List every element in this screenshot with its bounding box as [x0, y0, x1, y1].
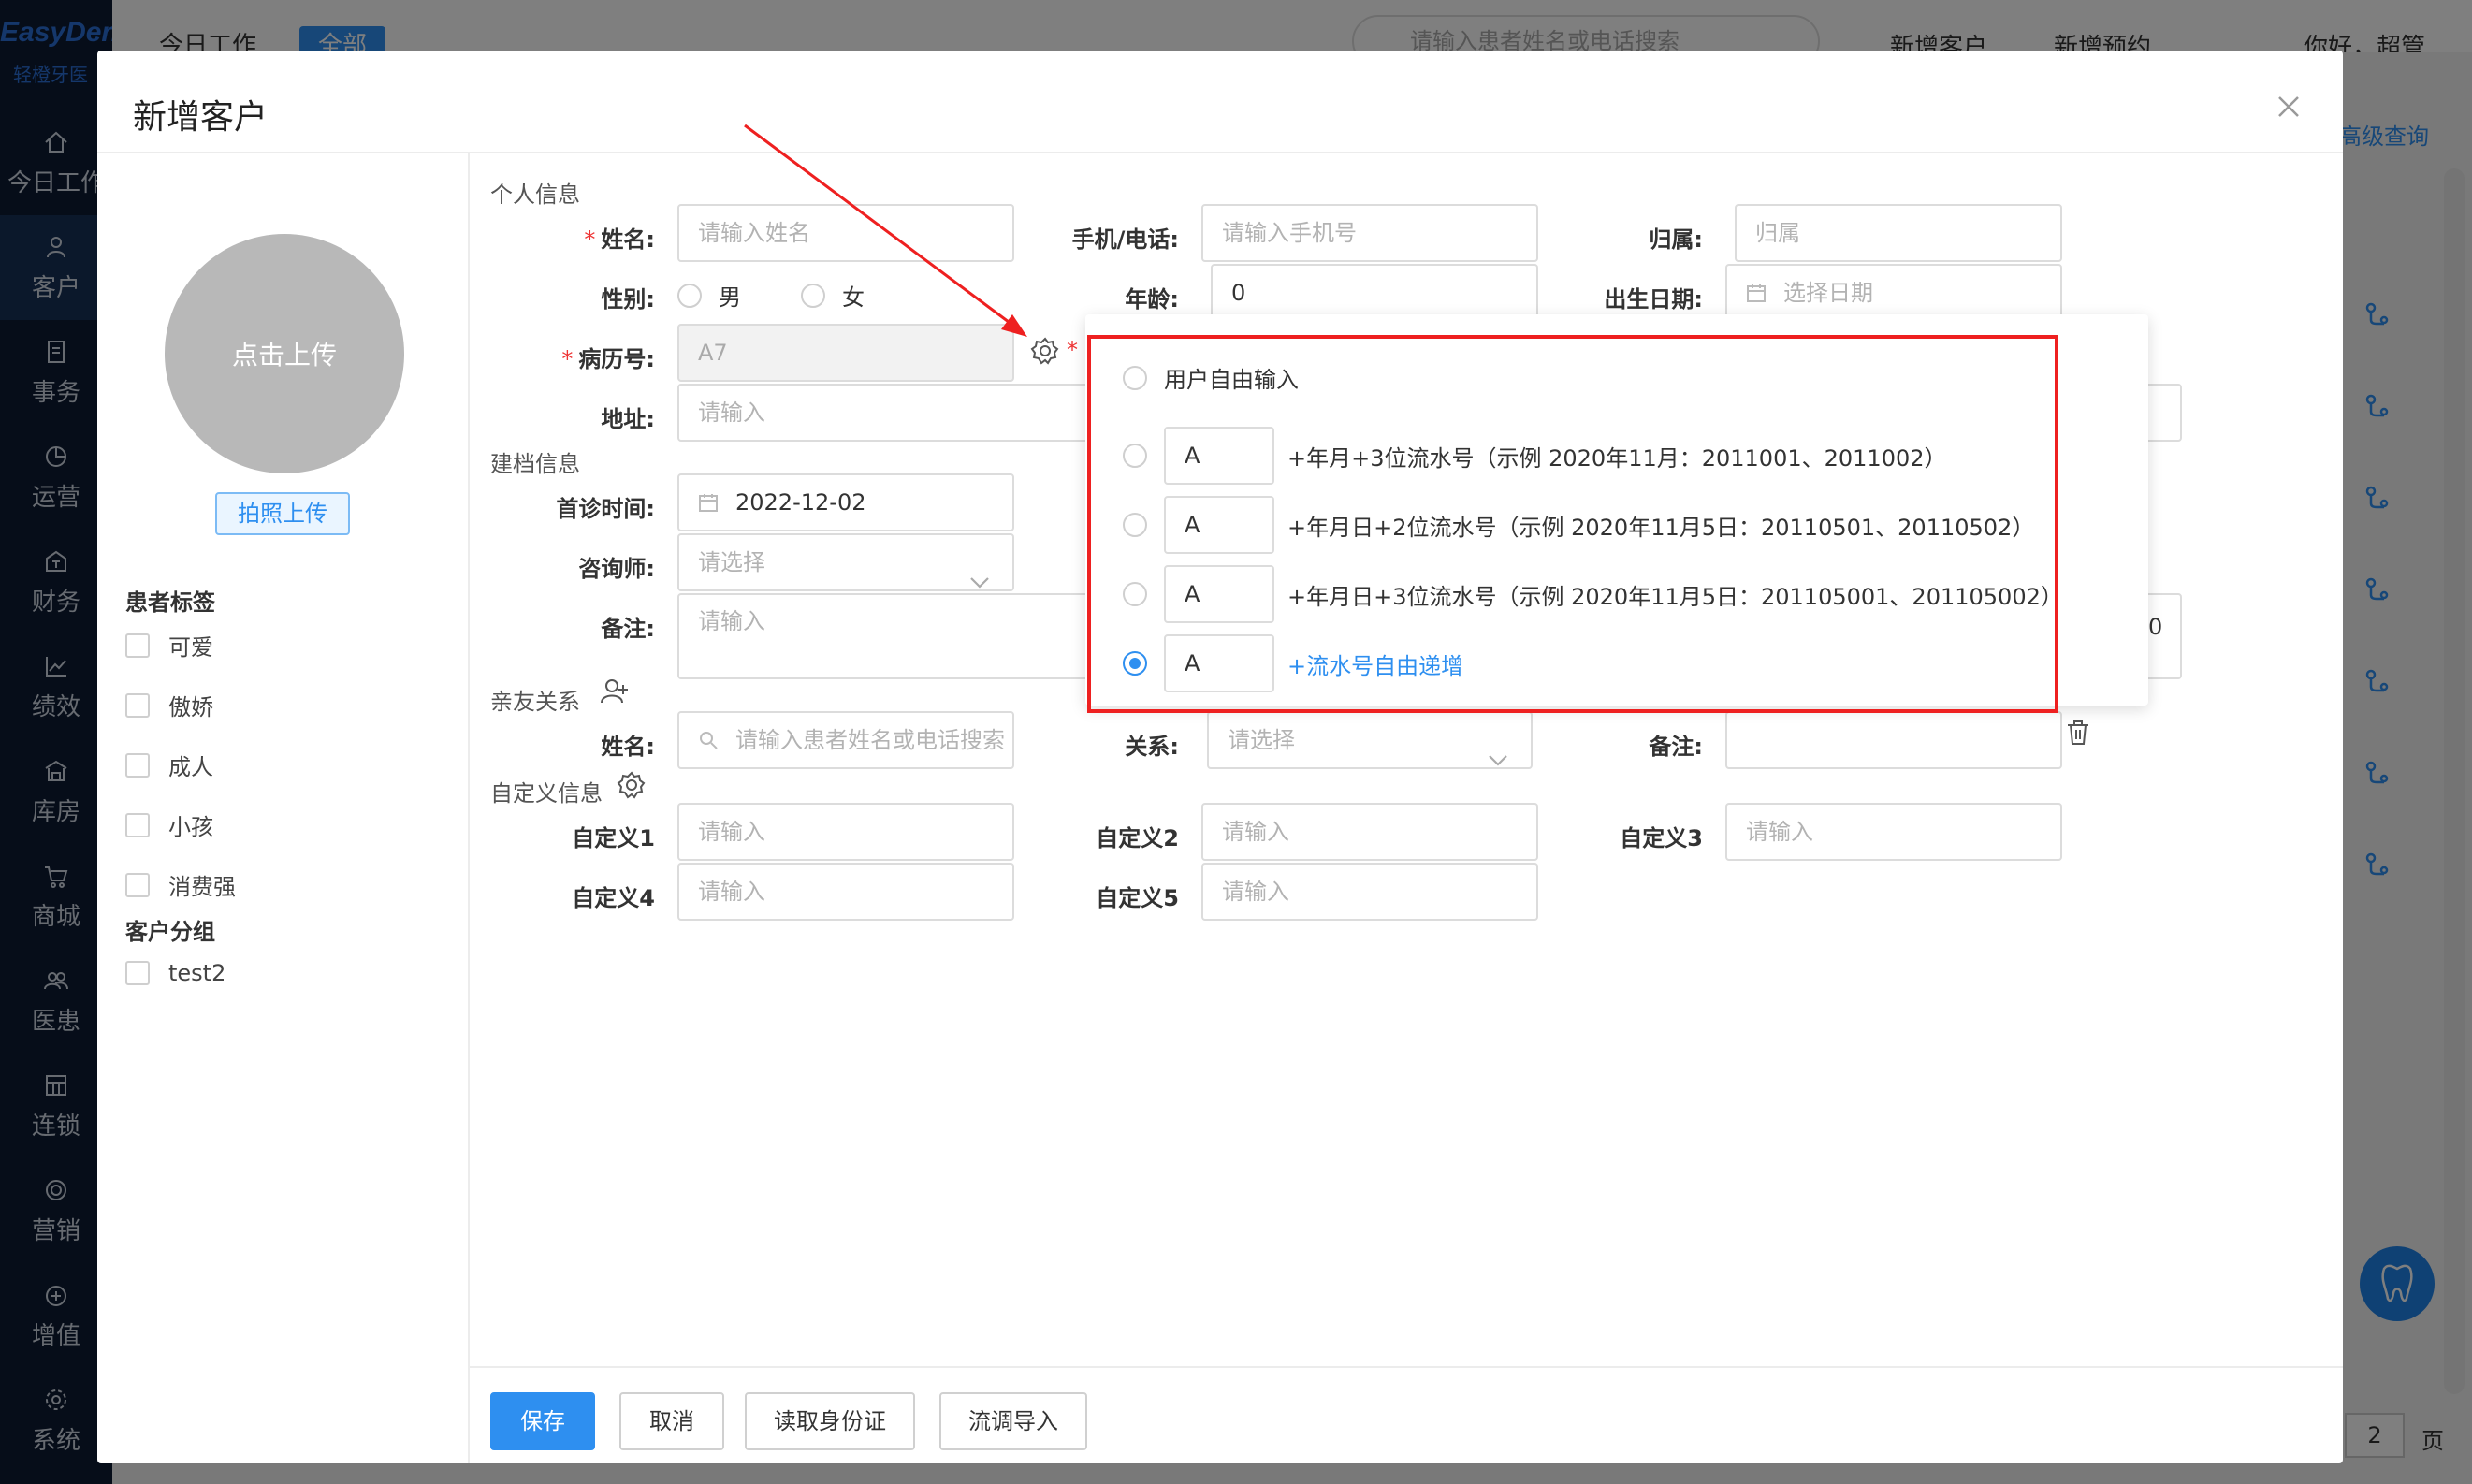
- relation-select[interactable]: 请选择: [1207, 711, 1533, 769]
- format-option-ymd-2[interactable]: A +年月日+2位流水号（示例 2020年11月5日：20110501、2011…: [1123, 496, 2034, 554]
- format-radio[interactable]: [1123, 365, 1147, 390]
- modal-header: 新增客户: [97, 51, 2343, 153]
- custom-fields-gear-icon[interactable]: [616, 769, 647, 801]
- modal-title: 新增客户: [133, 98, 269, 137]
- first-visit-label: 首诊时间:: [556, 496, 655, 522]
- consultant-label: 咨询师:: [578, 556, 655, 582]
- tag-checkbox[interactable]: 小孩: [125, 808, 213, 841]
- format-radio-selected[interactable]: [1123, 651, 1147, 676]
- chevron-down-icon: [969, 556, 990, 589]
- birth-date-picker[interactable]: 选择日期: [1725, 264, 2062, 322]
- phone-label: 手机/电话:: [1071, 226, 1179, 253]
- record-number-label: * 病历号:: [561, 346, 655, 372]
- relative-remark-input[interactable]: [1725, 711, 2062, 769]
- record-number-settings-gear-icon[interactable]: [1029, 335, 1061, 367]
- prefix-input[interactable]: A: [1164, 427, 1274, 485]
- format-option-free-increment[interactable]: A +流水号自由递增: [1123, 634, 1463, 692]
- name-input[interactable]: 请输入姓名: [677, 204, 1014, 262]
- name-label: * 姓名:: [584, 226, 655, 253]
- gender-male-radio[interactable]: 男: [677, 279, 741, 312]
- age-label: 年龄:: [1125, 286, 1179, 313]
- gender-female-radio[interactable]: 女: [801, 279, 865, 312]
- cancel-button[interactable]: 取消: [619, 1392, 724, 1450]
- photo-upload-button[interactable]: 拍照上传: [215, 492, 350, 535]
- tag-checkbox[interactable]: 消费强: [125, 868, 236, 901]
- custom-3-label: 自定义3: [1620, 825, 1703, 851]
- custom-4-input[interactable]: 请输入: [677, 863, 1014, 921]
- calendar-icon: [1746, 269, 1767, 302]
- birth-date-label: 出生日期:: [1604, 286, 1703, 313]
- format-option-free-input[interactable]: 用户自由输入: [1123, 361, 1299, 394]
- remark-textarea[interactable]: 请输入: [677, 593, 1089, 679]
- custom-2-input[interactable]: 请输入: [1201, 803, 1538, 861]
- modal-footer: 保存 取消 读取身份证 流调导入: [470, 1366, 2343, 1463]
- custom-info-section: 自定义信息: [490, 780, 603, 807]
- relatives-section: 亲友关系: [490, 689, 580, 715]
- address-label: 地址:: [601, 406, 655, 432]
- chevron-down-icon: [1488, 734, 1508, 766]
- consultant-select[interactable]: 请选择: [677, 533, 1014, 591]
- relative-remark-label: 备注:: [1649, 734, 1703, 760]
- trash-icon[interactable]: [2062, 717, 2090, 745]
- calendar-icon: [698, 478, 719, 512]
- format-radio[interactable]: [1123, 444, 1147, 468]
- add-user-icon[interactable]: [599, 676, 631, 707]
- avatar-upload[interactable]: 点击上传: [165, 234, 404, 473]
- format-option-ymd-3[interactable]: A +年月日+3位流水号（示例 2020年11月5日：201105001、201…: [1123, 565, 2063, 623]
- close-icon[interactable]: [2270, 88, 2307, 125]
- custom-2-label: 自定义2: [1096, 825, 1179, 851]
- groups-heading: 客户分组: [125, 919, 215, 945]
- custom-3-input[interactable]: 请输入: [1725, 803, 2062, 861]
- search-icon: [698, 716, 719, 749]
- tag-checkbox[interactable]: 成人: [125, 749, 213, 781]
- tags-heading: 患者标签: [125, 589, 215, 616]
- archive-info-section: 建档信息: [490, 451, 580, 477]
- phone-input[interactable]: 请输入手机号: [1201, 204, 1538, 262]
- custom-5-input[interactable]: 请输入: [1201, 863, 1538, 921]
- relation-label: 关系:: [1125, 734, 1179, 760]
- import-button[interactable]: 流调导入: [939, 1392, 1087, 1450]
- read-id-card-button[interactable]: 读取身份证: [745, 1392, 915, 1450]
- prefix-input[interactable]: A: [1164, 634, 1274, 692]
- relative-name-label: 姓名:: [601, 734, 655, 760]
- first-visit-date-picker[interactable]: 2022-12-02: [677, 473, 1014, 531]
- tag-checkbox[interactable]: 可爱: [125, 629, 213, 662]
- modal-left-column: 点击上传 拍照上传 患者标签 可爱 傲娇 成人 小孩 消费强 客户分组 test…: [97, 153, 470, 1463]
- custom-4-label: 自定义4: [572, 885, 655, 911]
- remark-label: 备注:: [601, 616, 655, 642]
- address-input[interactable]: 请输入: [677, 384, 1089, 442]
- required-marker: *: [1067, 337, 1078, 363]
- format-radio[interactable]: [1123, 582, 1147, 606]
- prefix-input[interactable]: A: [1164, 496, 1274, 554]
- tag-checkbox[interactable]: 傲娇: [125, 689, 213, 721]
- format-radio[interactable]: [1123, 513, 1147, 537]
- record-number-input[interactable]: A7: [677, 324, 1014, 382]
- belong-label: 归属:: [1649, 226, 1703, 253]
- age-input[interactable]: 0: [1211, 264, 1538, 322]
- relative-search-input[interactable]: 请输入患者姓名或电话搜索: [677, 711, 1014, 769]
- group-checkbox[interactable]: test2: [125, 960, 225, 986]
- gender-label: 性别:: [601, 286, 655, 313]
- custom-1-input[interactable]: 请输入: [677, 803, 1014, 861]
- format-option-year-month-3[interactable]: A +年月+3位流水号（示例 2020年11月：2011001、2011002）: [1123, 427, 1947, 485]
- prefix-input[interactable]: A: [1164, 565, 1274, 623]
- personal-info-section: 个人信息: [490, 182, 580, 208]
- belong-input[interactable]: 归属: [1735, 204, 2062, 262]
- save-button[interactable]: 保存: [490, 1392, 595, 1450]
- custom-1-label: 自定义1: [572, 825, 655, 851]
- custom-5-label: 自定义5: [1096, 885, 1179, 911]
